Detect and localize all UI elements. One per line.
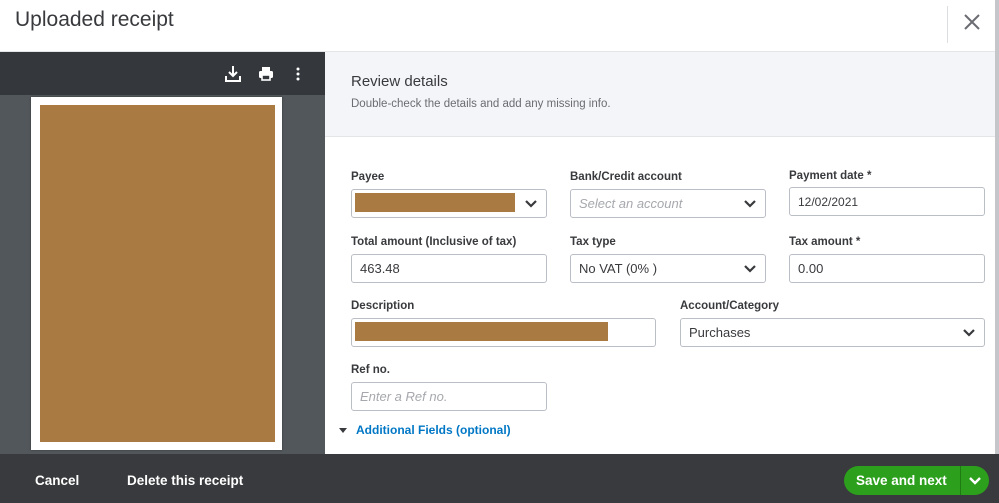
account-category-label: Account/Category [680,300,780,312]
tax-amount-label: Tax amount * [789,236,861,248]
cancel-button[interactable]: Cancel [35,473,79,488]
tax-type-value: No VAT (0% ) [579,261,658,276]
additional-fields-label: Additional Fields (optional) [356,423,511,437]
chevron-down-icon [744,200,756,208]
more-options-button[interactable] [288,64,308,84]
review-subtitle: Double-check the details and add any mis… [351,98,611,110]
total-amount-field[interactable]: 463.48 [351,254,547,283]
additional-fields-toggle[interactable]: Additional Fields (optional) [339,423,511,437]
save-button-group: Save and next [844,466,989,495]
viewer-toolbar [0,52,325,95]
tax-type-dropdown[interactable]: No VAT (0% ) [570,254,766,283]
ref-no-input[interactable] [360,389,538,404]
account-category-value: Purchases [689,325,751,340]
total-amount-value: 463.48 [360,261,400,276]
dialog-header: Uploaded receipt [0,0,999,52]
review-title: Review details [351,73,448,90]
payment-date-label: Payment date * [789,170,872,182]
dialog-title: Uploaded receipt [15,8,174,31]
account-category-dropdown[interactable]: Purchases [680,318,985,347]
review-banner: Review details Double-check the details … [325,52,995,137]
receipt-image-redacted [40,105,275,442]
caret-down-icon [339,427,347,433]
payee-value-redacted [355,193,515,212]
total-amount-label: Total amount (Inclusive of tax) [351,236,517,248]
details-panel: Review details Double-check the details … [325,52,995,454]
download-icon [225,66,241,82]
chevron-down-icon [963,329,975,337]
description-value-redacted [355,322,608,341]
payment-date-value: 12/02/2021 [798,194,859,209]
ref-no-field[interactable] [351,382,547,411]
receipt-viewer [0,52,325,454]
download-button[interactable] [223,64,243,84]
payment-date-field[interactable]: 12/02/2021 [789,187,985,216]
description-field[interactable] [351,318,656,347]
bank-account-input[interactable] [579,196,757,211]
bank-account-label: Bank/Credit account [570,171,682,183]
tax-amount-field[interactable]: 0.00 [789,254,985,283]
scrollbar[interactable] [995,0,999,455]
receipt-page [31,97,282,450]
tax-type-label: Tax type [570,236,616,248]
header-divider [947,6,948,43]
payee-dropdown[interactable] [351,189,547,218]
bank-account-dropdown[interactable] [570,189,766,218]
print-icon [259,67,273,81]
chevron-down-icon [525,200,537,208]
delete-receipt-button[interactable]: Delete this receipt [127,473,243,488]
print-button[interactable] [256,64,276,84]
more-vertical-icon [296,67,300,81]
payee-label: Payee [351,171,385,183]
close-icon [964,14,980,30]
ref-no-label: Ref no. [351,364,390,376]
close-button[interactable] [960,10,984,34]
description-label: Description [351,300,415,312]
save-and-next-button[interactable]: Save and next [844,466,961,495]
chevron-down-icon [968,476,981,485]
chevron-down-icon [744,265,756,273]
tax-amount-value: 0.00 [798,261,824,276]
save-options-button[interactable] [960,466,989,495]
